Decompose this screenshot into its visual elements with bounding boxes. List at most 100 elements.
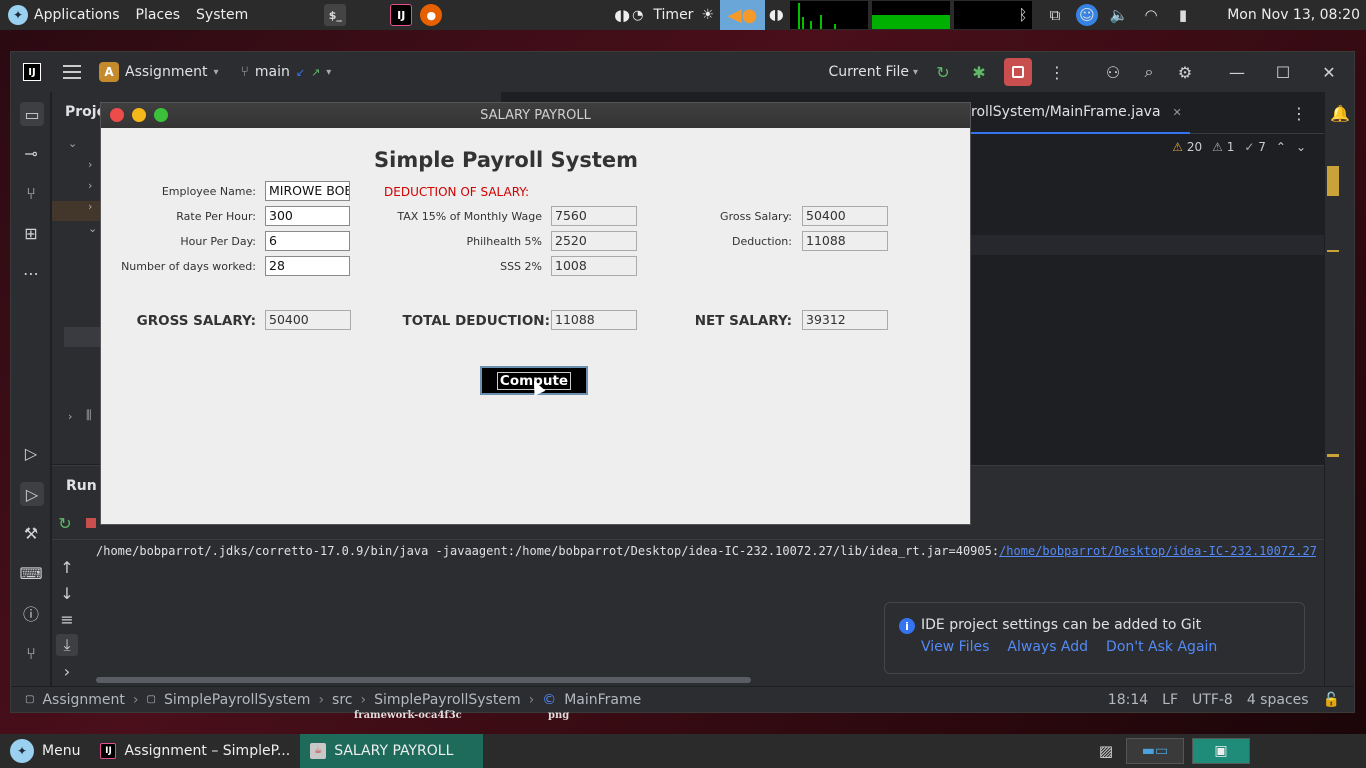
- deduction-field[interactable]: 11088: [802, 231, 888, 251]
- view-files-link[interactable]: View Files: [921, 639, 989, 655]
- archive-icon[interactable]: ▨: [1094, 738, 1118, 764]
- rerun-icon[interactable]: ↻: [932, 61, 954, 83]
- chevron-down-icon[interactable]: ⌄: [68, 137, 77, 150]
- clock[interactable]: Mon Nov 13, 08:20: [1227, 0, 1360, 30]
- run-config-selector[interactable]: Current File ▾: [829, 64, 919, 80]
- git-icon[interactable]: ⑂: [20, 642, 42, 664]
- gross-salary-total-field[interactable]: 50400: [265, 310, 351, 330]
- chevron-right-icon[interactable]: ›: [88, 200, 92, 213]
- workspace-2[interactable]: ▣: [1192, 738, 1250, 764]
- employee-name-field[interactable]: MIROWE BOB: [265, 181, 350, 201]
- file-encoding[interactable]: UTF-8: [1192, 692, 1233, 708]
- close-icon[interactable]: ✕: [1318, 61, 1340, 83]
- places-menu[interactable]: Places: [128, 0, 189, 30]
- volume-icon[interactable]: 🔈: [1108, 4, 1130, 26]
- accessibility-icon[interactable]: ☺: [1076, 4, 1098, 26]
- arrow-down-icon[interactable]: ↓: [56, 582, 78, 604]
- branch-widget[interactable]: ⑂ main ↙ ↗ ▾: [240, 64, 331, 80]
- system-menu[interactable]: System: [188, 0, 256, 30]
- soft-wrap-icon[interactable]: ≡: [56, 608, 78, 630]
- maximize-dot-icon[interactable]: [154, 108, 168, 122]
- editor-tab-mainframe[interactable]: rollSystem/MainFrame.java ✕: [971, 92, 1190, 134]
- chevron-right-icon[interactable]: ›: [68, 410, 72, 423]
- pull-requests-icon[interactable]: ⑂: [20, 182, 42, 204]
- console-link[interactable]: /home/bobparrot/Desktop/idea-IC-232.1007…: [999, 544, 1316, 558]
- notifications-icon[interactable]: 🔔: [1329, 102, 1351, 124]
- breadcrumb-item[interactable]: SimplePayrollSystem: [164, 692, 310, 708]
- fish-applet[interactable]: ◀●: [720, 0, 766, 30]
- intellij-launcher[interactable]: IJ: [386, 0, 416, 30]
- inspections-widget[interactable]: ⚠ 20 ⚠ 1 ✓ 7 ⌃ ⌄: [1172, 140, 1306, 154]
- brightness-icon[interactable]: ☀: [695, 0, 720, 30]
- tab-options-icon[interactable]: ⋮: [1288, 102, 1310, 124]
- workspace-1[interactable]: ▬▭: [1126, 738, 1184, 764]
- gross-salary-field[interactable]: 50400: [802, 206, 888, 226]
- always-add-link[interactable]: Always Add: [1007, 639, 1088, 655]
- horizontal-scrollbar[interactable]: [96, 677, 751, 683]
- breadcrumb-item[interactable]: Assignment: [42, 692, 124, 708]
- terminal-launcher[interactable]: $_: [316, 0, 354, 30]
- stop-button[interactable]: [1004, 58, 1032, 86]
- bluetooth-icon[interactable]: ᛒ: [1012, 4, 1034, 26]
- philhealth-field[interactable]: 2520: [551, 231, 637, 251]
- net-salary-field[interactable]: 39312: [802, 310, 888, 330]
- applications-menu[interactable]: ✦ Applications: [0, 0, 128, 30]
- search-icon[interactable]: ⌕: [1138, 61, 1160, 83]
- more-tools-icon[interactable]: ⋯: [20, 262, 42, 284]
- start-menu-button[interactable]: ✦ Menu: [0, 734, 90, 768]
- wifi-icon[interactable]: ◠: [1140, 4, 1162, 26]
- tax-field[interactable]: 7560: [551, 206, 637, 226]
- chevron-right-icon[interactable]: ›: [88, 158, 92, 171]
- structure-icon[interactable]: ⊞: [20, 222, 42, 244]
- dont-ask-again-link[interactable]: Don't Ask Again: [1106, 639, 1217, 655]
- indent-setting[interactable]: 4 spaces: [1247, 692, 1309, 708]
- stop-icon[interactable]: [86, 518, 96, 528]
- breadcrumb-item[interactable]: src: [332, 692, 352, 708]
- maximize-icon[interactable]: ☐: [1272, 61, 1294, 83]
- breadcrumb-item[interactable]: SimplePayrollSystem: [374, 692, 520, 708]
- rerun-icon[interactable]: ↻: [54, 512, 76, 534]
- build-icon[interactable]: ⚒: [20, 522, 42, 544]
- folder-icon[interactable]: ▭: [20, 102, 44, 126]
- sss-field[interactable]: 1008: [551, 256, 637, 276]
- scroll-to-end-icon[interactable]: ⤓: [56, 634, 78, 656]
- run-tool-icon[interactable]: ▷: [20, 482, 44, 506]
- add-user-icon[interactable]: ⚇: [1102, 61, 1124, 83]
- minimize-icon[interactable]: —: [1226, 61, 1248, 83]
- display-icon[interactable]: ⧉: [1044, 4, 1066, 26]
- firefox-launcher[interactable]: ●: [416, 0, 446, 30]
- task-salary-payroll[interactable]: ☕ SALARY PAYROLL: [300, 734, 484, 768]
- debug-icon[interactable]: ✱: [968, 61, 990, 83]
- days-worked-field[interactable]: 28: [265, 256, 350, 276]
- project-widget[interactable]: A Assignment ▾: [99, 62, 218, 82]
- total-deduction-field[interactable]: 11088: [551, 310, 637, 330]
- desktop-icon-label[interactable]: png: [548, 710, 569, 721]
- battery-icon[interactable]: ▮: [1172, 4, 1194, 26]
- breadcrumb-item[interactable]: MainFrame: [564, 692, 641, 708]
- caret-position[interactable]: 18:14: [1108, 692, 1148, 708]
- chevron-right-icon[interactable]: ›: [56, 660, 78, 682]
- arrow-up-icon[interactable]: ↑: [56, 556, 78, 578]
- main-menu-icon[interactable]: [63, 65, 81, 79]
- settings-icon[interactable]: ⚙: [1174, 61, 1196, 83]
- rate-per-hour-field[interactable]: 300: [265, 206, 350, 226]
- console-output[interactable]: /home/bobparrot/.jdks/corretto-17.0.9/bi…: [96, 544, 1316, 558]
- more-actions-icon[interactable]: ⋮: [1046, 61, 1068, 83]
- chevron-down-icon[interactable]: ⌄: [88, 222, 97, 235]
- chevron-right-icon[interactable]: ›: [88, 179, 92, 192]
- services-icon[interactable]: ▷: [20, 442, 42, 464]
- timer-applet[interactable]: Timer: [651, 0, 695, 30]
- close-dot-icon[interactable]: [110, 108, 124, 122]
- commit-icon[interactable]: ⊸: [20, 142, 42, 164]
- task-intellij[interactable]: IJ Assignment – SimpleP...: [90, 734, 300, 768]
- minimize-dot-icon[interactable]: [132, 108, 146, 122]
- chevron-up-icon[interactable]: ⌃: [1276, 140, 1286, 154]
- problems-icon[interactable]: ⓘ: [20, 602, 42, 624]
- terminal-tool-icon[interactable]: ⌨: [19, 562, 42, 584]
- close-tab-icon[interactable]: ✕: [1173, 106, 1182, 119]
- chevron-down-icon[interactable]: ⌄: [1296, 140, 1306, 154]
- hour-per-day-field[interactable]: 6: [265, 231, 350, 251]
- desktop-icon-label[interactable]: framework-oca4f3c: [354, 710, 462, 721]
- line-separator[interactable]: LF: [1162, 692, 1178, 708]
- lock-icon[interactable]: 🔓: [1323, 692, 1340, 708]
